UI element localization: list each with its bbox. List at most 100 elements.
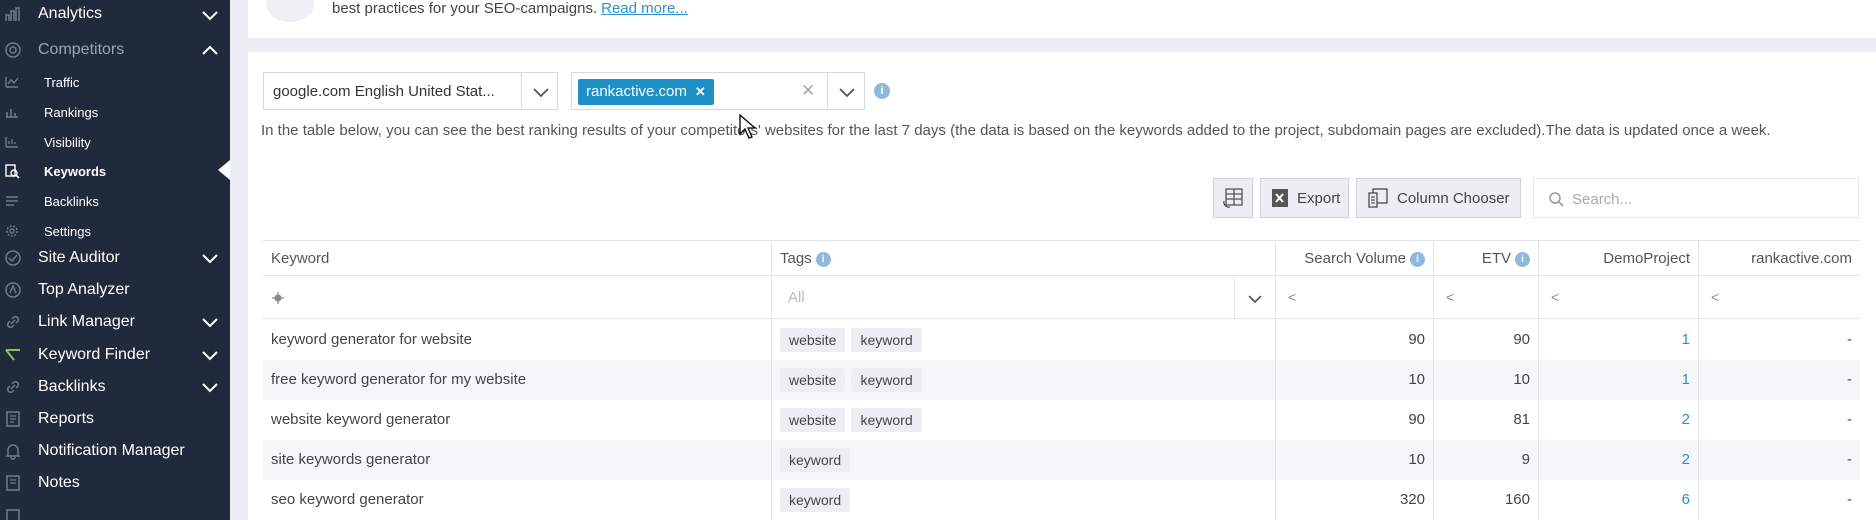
column-header-keyword[interactable]: Keyword [263,241,771,277]
settings-icon [4,223,20,239]
rankactive-rank-cell: - [1698,320,1860,360]
demoproject-rank-link[interactable]: 1 [1538,320,1698,360]
tags-filter-select[interactable]: All [771,277,1275,319]
filter-operator[interactable]: < [1711,289,1719,305]
sidebar-item-label: Rankings [44,104,99,120]
filter-operator[interactable]: < [1288,289,1296,305]
chevron-down-icon[interactable] [838,85,856,99]
sidebar: Analytics Competitors Traffic Rankings V… [0,0,230,520]
sidebar-item-notes[interactable]: Notes [0,468,230,498]
backlinks-icon [4,193,20,209]
clear-icon[interactable]: ✕ [801,81,815,101]
notes-icon [4,474,22,492]
search-volume-cell: 90 [1275,320,1433,360]
chevron-down-icon[interactable] [1247,292,1263,304]
table-row[interactable]: keyword generator for website website key… [263,320,1860,360]
column-chooser-button[interactable]: Column Chooser [1356,178,1521,218]
column-header-demoproject[interactable]: DemoProject [1538,241,1698,277]
keyword-cell: free keyword generator for my website [271,371,527,388]
export-button[interactable]: Export [1260,178,1349,218]
competitors-icon [4,41,22,59]
etv-filter[interactable]: < [1433,277,1538,319]
rankactive-filter[interactable]: < [1698,277,1860,319]
search-box[interactable] [1533,178,1859,218]
filter-operator[interactable]: < [1551,289,1559,305]
competitor-select[interactable]: rankactive.com ✕ ✕ [571,72,865,110]
tags-cell: website keyword [771,360,1275,400]
demoproject-rank-link[interactable]: 1 [1538,360,1698,400]
rankings-icon [4,104,20,120]
tag-pill: keyword [780,488,851,513]
sidebar-item-keywords[interactable]: Keywords [0,157,230,185]
sidebar-item-visibility[interactable]: Visibility [0,128,230,156]
chevron-down-icon[interactable] [532,85,550,99]
remove-tag-icon[interactable]: ✕ [695,84,706,99]
notice-message: best practices for your SEO-campaigns. [332,0,598,17]
sidebar-item-settings[interactable]: Settings [0,217,230,245]
search-volume-filter[interactable]: < [1275,277,1433,319]
tags-cell: website keyword [771,400,1275,440]
filter-icon [272,292,284,304]
tags-cell: website keyword [771,320,1275,360]
layout-button[interactable] [1213,178,1253,218]
sidebar-item-reports[interactable]: Reports [0,404,230,434]
info-icon[interactable]: i [1515,252,1530,267]
search-engine-select[interactable]: google.com English United Stat... [263,72,558,110]
sidebar-item-top-analyzer[interactable]: Top Analyzer [0,275,230,305]
table-row[interactable]: website keyword generator website keyword… [263,400,1860,440]
sidebar-item-label: Competitors [38,41,125,58]
demoproject-filter[interactable]: < [1538,277,1698,319]
sidebar-item-backlinks-main[interactable]: Backlinks [0,372,230,402]
table-row[interactable]: free keyword generator for my website we… [263,360,1860,400]
rankactive-rank-cell: - [1698,440,1860,480]
notice-banner: best practices for your SEO-campaigns. Re… [248,0,1876,38]
chevron-down-icon [202,251,218,264]
mouse-cursor-icon [739,114,757,139]
keyword-filter-cell[interactable] [263,277,771,319]
column-header-rankactive[interactable]: rankactive.com [1698,241,1860,277]
sidebar-item-more[interactable] [0,500,230,520]
help-icon[interactable]: i [874,83,890,99]
column-header-tags[interactable]: Tags i [771,241,1275,277]
sidebar-item-rankings[interactable]: Rankings [0,98,230,126]
rankactive-rank-cell: - [1698,400,1860,440]
sidebar-item-link-manager[interactable]: Link Manager [0,307,230,337]
layout-icon [1223,188,1243,208]
keyword-cell: website keyword generator [271,411,451,428]
sidebar-item-label: Traffic [44,74,80,90]
sidebar-item-label: Backlinks [44,193,99,209]
keyword-finder-icon [4,346,22,364]
sidebar-item-traffic[interactable]: Traffic [0,68,230,96]
keyword-cell: keyword generator for website [271,331,472,348]
demoproject-rank-link[interactable]: 6 [1538,480,1698,520]
filter-row: All < < < < [263,277,1860,319]
read-more-link[interactable]: Read more... [601,0,688,17]
sidebar-item-site-auditor[interactable]: Site Auditor [0,243,230,273]
sidebar-item-competitors[interactable]: Competitors [0,35,230,65]
search-volume-cell: 320 [1275,480,1433,520]
info-icon[interactable]: i [815,252,831,267]
search-input[interactable] [1572,188,1842,210]
analytics-icon [4,5,22,23]
demoproject-rank-link[interactable]: 2 [1538,400,1698,440]
tags-cell: keyword [771,440,1275,480]
sidebar-item-label: Notes [38,474,80,491]
sidebar-item-label: Top Analyzer [38,281,130,298]
keyword-cell: seo keyword generator [271,491,424,508]
column-header-label: rankactive.com [1751,250,1852,267]
sidebar-item-label: Backlinks [38,378,106,395]
demoproject-rank-link[interactable]: 2 [1538,440,1698,480]
info-icon[interactable]: i [1410,252,1425,267]
column-header-etv[interactable]: ETV i [1433,241,1538,277]
filter-operator[interactable]: < [1446,289,1454,305]
column-header-search-volume[interactable]: Search Volume i [1275,241,1433,277]
search-volume-cell: 10 [1275,440,1433,480]
sidebar-item-notification-manager[interactable]: Notification Manager [0,436,230,466]
table-row[interactable]: site keywords generator keyword 10 9 2 - [263,440,1860,480]
rankactive-rank-cell: - [1698,480,1860,520]
sidebar-item-backlinks[interactable]: Backlinks [0,187,230,215]
sidebar-item-keyword-finder[interactable]: Keyword Finder [0,340,230,370]
table-row[interactable]: seo keyword generator keyword 320 160 6 … [263,480,1860,520]
sidebar-item-analytics[interactable]: Analytics [0,0,230,28]
backlinks-icon [4,378,22,396]
